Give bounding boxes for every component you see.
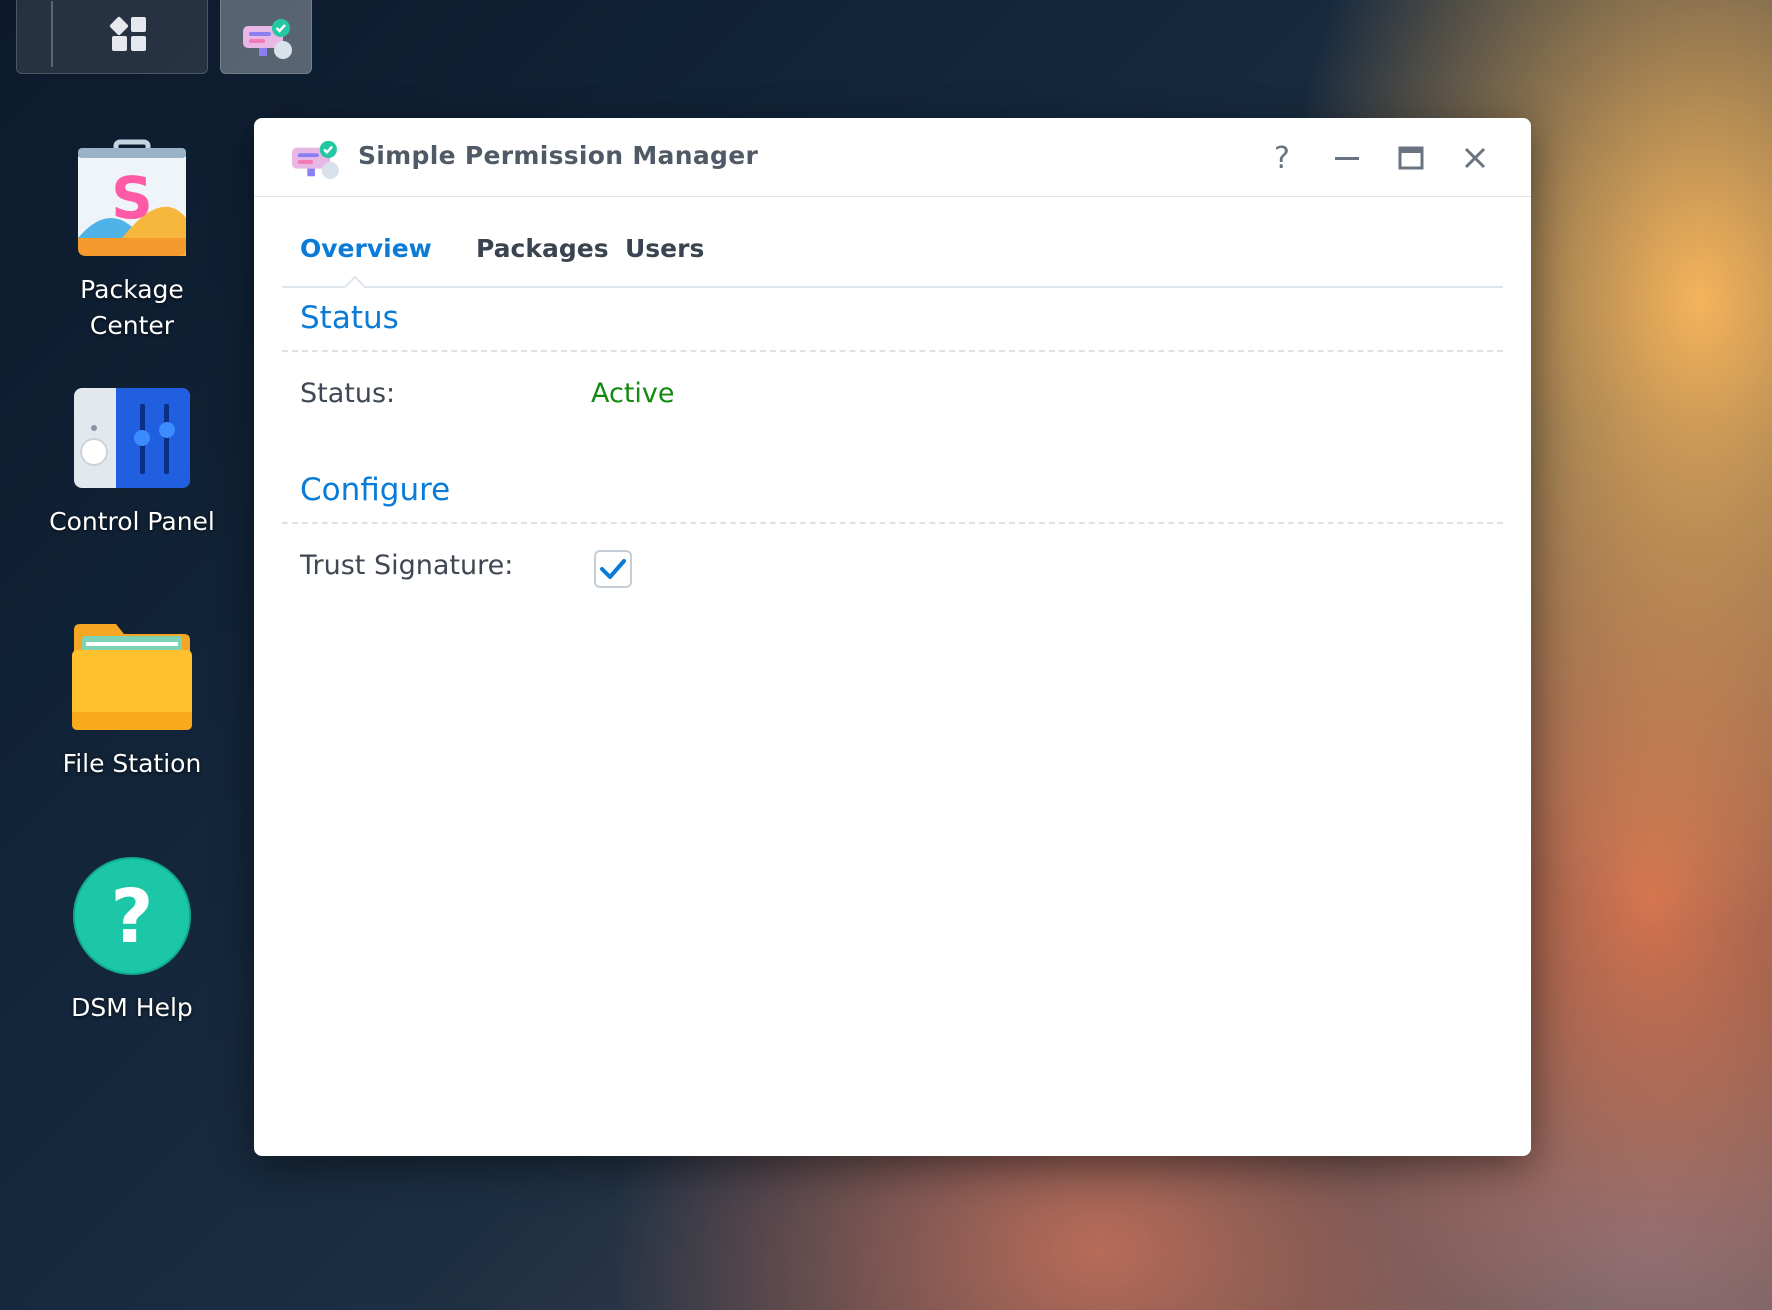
svg-text:S: S (111, 164, 153, 232)
section-divider (282, 350, 1503, 352)
desktop-icon-label: Control Panel (49, 507, 215, 536)
help-button[interactable]: ? (1262, 138, 1302, 178)
main-menu-button[interactable] (16, 0, 208, 74)
trust-signature-label: Trust Signature: (300, 550, 514, 581)
simple-permission-manager-icon (243, 19, 292, 59)
configure-section-title: Configure (300, 472, 451, 508)
active-tab-indicator (344, 276, 366, 288)
status-section-title: Status (300, 300, 399, 336)
desktop-icon-dsm-help[interactable]: ? DSM Help (32, 856, 232, 1026)
maximize-icon (1398, 146, 1424, 170)
tab-users[interactable]: Users (625, 234, 704, 263)
package-center-icon: S (78, 139, 186, 256)
minimize-button[interactable] (1327, 138, 1367, 178)
status-label: Status: (300, 378, 396, 409)
simple-permission-manager-icon (292, 140, 339, 180)
taskbar-simple-permission-manager[interactable] (220, 0, 312, 74)
main-menu-grid-icon (109, 16, 146, 51)
window-titlebar[interactable]: Simple Permission Manager ? (254, 118, 1531, 197)
window-title: Simple Permission Manager (358, 141, 759, 170)
minimize-icon (1335, 157, 1359, 160)
simple-permission-manager-window: Simple Permission Manager ? Overview Pac… (254, 118, 1531, 1156)
file-station-icon (72, 624, 192, 730)
section-divider (282, 522, 1503, 524)
tab-bar: Overview Packages Users (282, 222, 1503, 288)
desktop-icon-control-panel[interactable]: Control Panel (32, 386, 232, 540)
status-value: Active (591, 378, 675, 409)
desktop-icon-label: Package Center (80, 275, 184, 340)
close-icon (1464, 147, 1486, 169)
control-panel-icon (74, 388, 190, 488)
close-button[interactable] (1455, 138, 1495, 178)
trust-signature-checkbox[interactable] (594, 550, 632, 588)
checkmark-icon (600, 559, 626, 579)
desktop-icon-file-station[interactable]: File Station (32, 622, 232, 782)
tab-packages[interactable]: Packages (476, 234, 609, 263)
help-icon: ? (1274, 140, 1290, 176)
dsm-help-icon: ? (73, 857, 191, 975)
desktop-icon-package-center[interactable]: S Package Center (32, 138, 232, 344)
desktop-icon-label: DSM Help (71, 993, 193, 1022)
desktop-icon-label: File Station (62, 749, 202, 778)
maximize-button[interactable] (1391, 138, 1431, 178)
svg-text:?: ? (111, 874, 154, 960)
tab-overview[interactable]: Overview (300, 234, 432, 263)
